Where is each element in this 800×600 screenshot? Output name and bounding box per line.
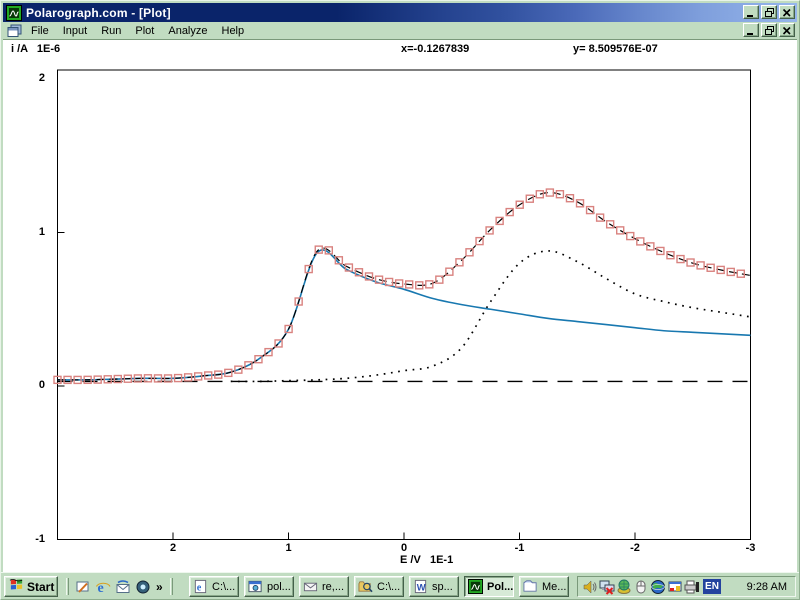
taskbar-button-label: Me... xyxy=(542,581,566,593)
menu-help[interactable]: Help xyxy=(215,23,252,39)
plot-canvas[interactable] xyxy=(1,40,800,575)
outlook-express-icon[interactable] xyxy=(114,578,132,596)
taskbar-button-label: C:\... xyxy=(212,581,235,593)
mouse-icon[interactable] xyxy=(633,579,649,595)
menu-file[interactable]: File xyxy=(24,23,56,39)
child-close-button[interactable] xyxy=(779,23,795,37)
quick-launch-bar: e » xyxy=(63,576,176,597)
menu-bar: File Input Run Plot Analyze Help xyxy=(3,22,797,39)
x-axis-title: E /V 1E-1 xyxy=(400,554,453,566)
close-button[interactable] xyxy=(779,5,795,19)
menu-run[interactable]: Run xyxy=(94,23,128,39)
window-title: Polarograph.com - [Plot] xyxy=(26,6,171,20)
child-minimize-button[interactable] xyxy=(743,23,759,37)
y-tick-label: 0 xyxy=(15,379,45,391)
word-document-icon: W xyxy=(413,579,429,595)
internet-globe-icon[interactable] xyxy=(650,579,666,595)
x-tick-label: -2 xyxy=(620,542,650,554)
menu-analyze[interactable]: Analyze xyxy=(161,23,214,39)
child-window-icon[interactable] xyxy=(7,24,22,38)
child-restore-button[interactable] xyxy=(761,23,777,37)
x-tick-label: 0 xyxy=(389,542,419,554)
menu-input[interactable]: Input xyxy=(56,23,94,39)
internet-explorer-icon[interactable]: e xyxy=(94,578,112,596)
svg-text:W: W xyxy=(417,582,426,592)
system-tray: EN 9:28 AM xyxy=(577,576,796,597)
polarograph-icon xyxy=(468,579,484,595)
polarograph-app-icon xyxy=(6,5,22,21)
menu-plot[interactable]: Plot xyxy=(128,23,161,39)
y-tick-label: -1 xyxy=(15,533,45,545)
x-tick-label: -1 xyxy=(505,542,535,554)
application-window: Polarograph.com - [Plot] File Input Run … xyxy=(0,0,800,600)
taskbar-button-polarograph-active[interactable]: Pol... xyxy=(464,576,514,597)
title-bar[interactable]: Polarograph.com - [Plot] xyxy=(3,3,797,22)
y-tick-label: 2 xyxy=(15,72,45,84)
x-tick-label: -3 xyxy=(736,542,766,554)
x-tick-label: 1 xyxy=(274,542,304,554)
connection-icon[interactable] xyxy=(616,579,632,595)
minimize-button[interactable] xyxy=(743,5,759,19)
search-results-icon xyxy=(358,579,374,595)
start-label: Start xyxy=(27,580,54,594)
folder-window-icon xyxy=(523,579,539,595)
network-error-icon[interactable] xyxy=(599,579,615,595)
taskbar-button-label: pol... xyxy=(267,581,291,593)
media-player-icon[interactable] xyxy=(134,578,152,596)
taskbar-button-label: Pol... xyxy=(487,581,513,593)
start-button[interactable]: Start xyxy=(4,576,58,597)
toolbar-grip[interactable] xyxy=(170,578,173,595)
quick-launch-overflow-chevron[interactable]: » xyxy=(154,580,165,594)
taskbar-button-word[interactable]: W sp... xyxy=(409,576,459,597)
taskbar-button-label: C:\... xyxy=(377,581,400,593)
taskbar-button-label: sp... xyxy=(432,581,453,593)
taskbar-button-search[interactable]: C:\... xyxy=(354,576,404,597)
taskbar-button-pol[interactable]: pol... xyxy=(244,576,294,597)
plot-client-area: i /A 1E-6 x=-0.1267839 y= 8.509576E-07 2… xyxy=(3,39,797,574)
printer-icon[interactable] xyxy=(684,579,700,595)
taskbar-button-mail[interactable]: re,... xyxy=(299,576,349,597)
app-window-icon xyxy=(248,579,264,595)
ie-document-icon: e xyxy=(193,579,209,595)
taskbar-button-me[interactable]: Me... xyxy=(519,576,569,597)
y-tick-label: 1 xyxy=(15,226,45,238)
x-tick-label: 2 xyxy=(158,542,188,554)
taskbar-button-ie-window[interactable]: e C:\... xyxy=(189,576,239,597)
windows-logo-icon xyxy=(9,577,24,596)
show-desktop-icon[interactable] xyxy=(74,578,92,596)
restore-button[interactable] xyxy=(761,5,777,19)
mail-icon xyxy=(303,579,319,595)
display-settings-icon[interactable] xyxy=(667,579,683,595)
toolbar-grip[interactable] xyxy=(66,578,69,595)
svg-text:e: e xyxy=(197,582,202,593)
taskbar-button-label: re,... xyxy=(322,581,344,593)
volume-icon[interactable] xyxy=(582,579,598,595)
language-indicator[interactable]: EN xyxy=(703,579,721,594)
taskbar-clock[interactable]: 9:28 AM xyxy=(747,581,787,593)
taskbar: Start e » e C:\... pol... re,... C:\... xyxy=(1,572,799,599)
